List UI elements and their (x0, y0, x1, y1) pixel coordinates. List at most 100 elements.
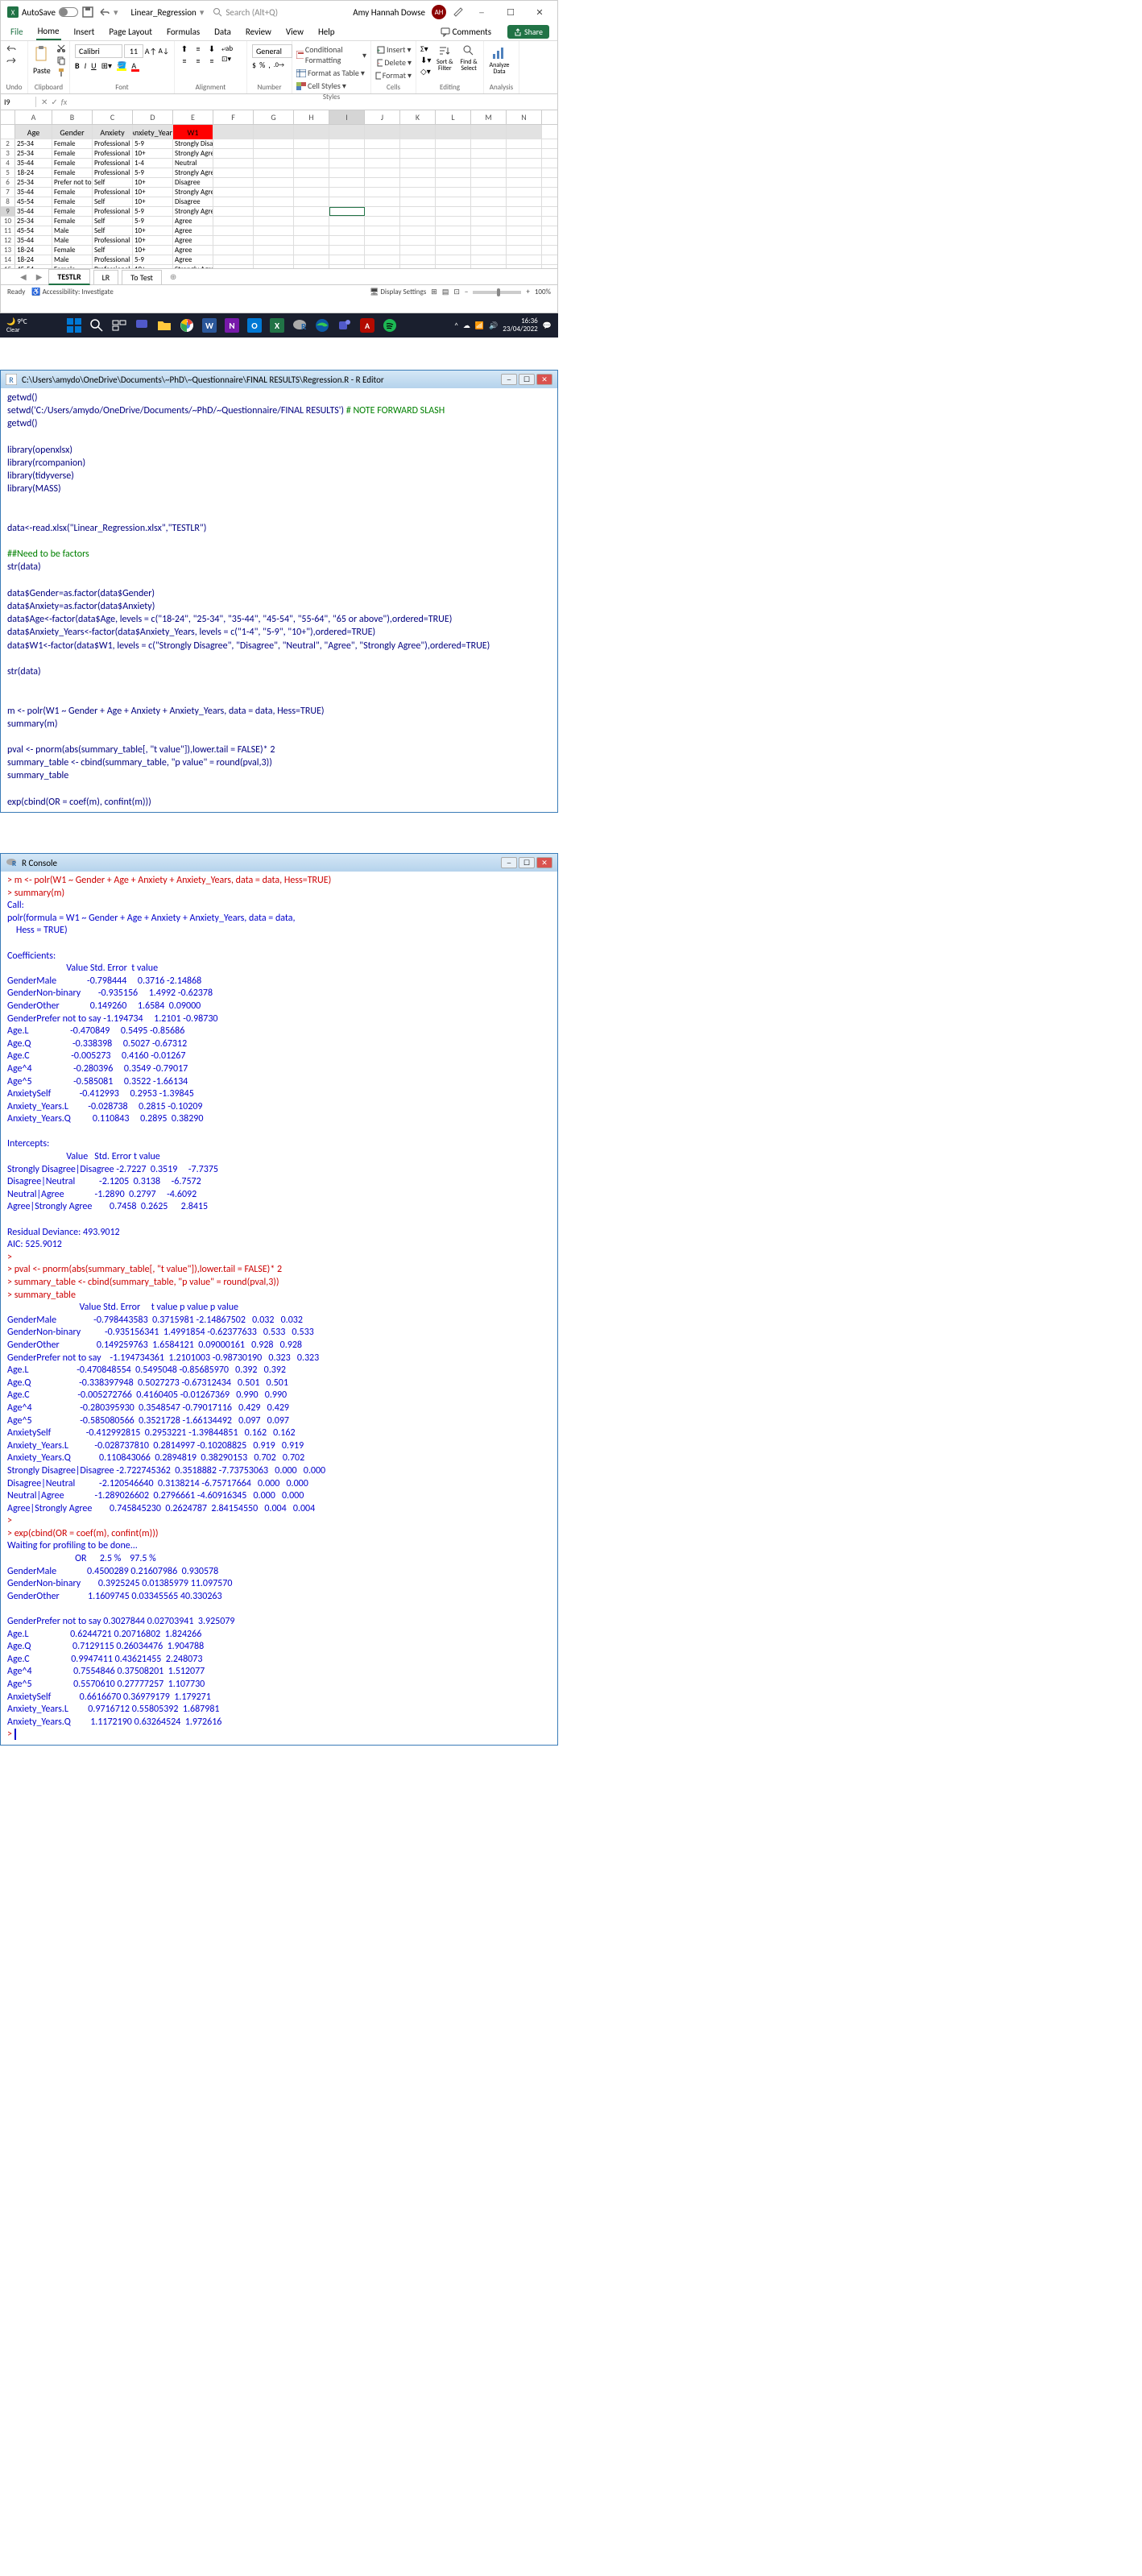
data-cell[interactable] (400, 178, 436, 187)
zoom-level[interactable]: 100% (535, 288, 551, 296)
data-cell[interactable]: 10+ (133, 246, 173, 255)
data-cell[interactable]: 5-9 (133, 255, 173, 264)
data-cell[interactable] (365, 168, 400, 177)
data-cell[interactable] (507, 188, 542, 197)
data-cell[interactable] (213, 207, 254, 216)
data-cell[interactable]: 10+ (133, 265, 173, 268)
accounting-button[interactable]: $ (252, 60, 256, 70)
sheet-tab[interactable]: LR (93, 270, 119, 284)
data-cell[interactable] (365, 149, 400, 158)
weather-widget[interactable]: 🌙 9°C Clear (6, 317, 35, 334)
data-cell[interactable]: 18-24 (15, 168, 52, 177)
tab-page-layout[interactable]: Page Layout (107, 24, 154, 39)
data-cell[interactable] (436, 265, 471, 268)
col-header[interactable]: G (254, 110, 294, 124)
data-cell[interactable] (213, 246, 254, 255)
row-header[interactable]: 2 (1, 139, 15, 148)
data-cell[interactable]: 1-4 (133, 159, 173, 168)
data-cell[interactable]: 10+ (133, 178, 173, 187)
percent-button[interactable]: % (259, 60, 265, 70)
tab-formulas[interactable]: Formulas (165, 24, 201, 39)
data-cell[interactable] (436, 159, 471, 168)
data-cell[interactable] (294, 139, 329, 148)
grid-area[interactable]: A B C D E F G H I J K L M N AgeGenderAnx… (1, 110, 557, 268)
data-cell[interactable] (436, 246, 471, 255)
tab-data[interactable]: Data (213, 24, 233, 39)
data-cell[interactable] (329, 217, 365, 226)
analyze-data-button[interactable]: Analyze Data (487, 43, 511, 77)
data-cell[interactable]: Male (52, 226, 93, 235)
align-middle[interactable]: ≡ (192, 43, 205, 54)
format-cells-button[interactable]: Format▾ (375, 69, 412, 81)
data-cell[interactable] (365, 246, 400, 255)
r-taskbar-icon[interactable]: R (290, 316, 309, 335)
align-bottom[interactable]: ⬇ (205, 43, 218, 54)
header-cell[interactable] (507, 125, 542, 139)
data-cell[interactable] (400, 197, 436, 206)
data-cell[interactable] (254, 188, 294, 197)
data-cell[interactable]: 5-9 (133, 168, 173, 177)
merge-button[interactable]: ⊡▾ (221, 55, 233, 64)
data-cell[interactable]: Strongly Agree (173, 149, 213, 158)
data-cell[interactable] (507, 255, 542, 264)
row-header[interactable]: 9 (1, 207, 15, 216)
data-cell[interactable] (329, 168, 365, 177)
row-header[interactable]: 8 (1, 197, 15, 206)
data-cell[interactable] (400, 246, 436, 255)
data-cell[interactable] (329, 226, 365, 235)
row-header[interactable] (1, 125, 15, 139)
col-header[interactable]: I (329, 110, 365, 124)
qat-dropdown-icon[interactable]: ▾ (114, 7, 118, 18)
data-cell[interactable] (507, 149, 542, 158)
data-cell[interactable]: 35-44 (15, 207, 52, 216)
data-cell[interactable] (400, 188, 436, 197)
col-header[interactable]: C (93, 110, 133, 124)
data-cell[interactable]: Male (52, 236, 93, 245)
row-header[interactable]: 3 (1, 149, 15, 158)
data-cell[interactable]: Female (52, 149, 93, 158)
underline-button[interactable]: U (91, 60, 96, 71)
row-header[interactable]: 14 (1, 255, 15, 264)
data-cell[interactable] (471, 246, 507, 255)
row-header[interactable]: 13 (1, 246, 15, 255)
wrap-text-button[interactable]: ⤶ab (221, 44, 233, 53)
data-cell[interactable]: Disagree (173, 197, 213, 206)
tab-file[interactable]: File (9, 24, 25, 39)
data-cell[interactable]: Female (52, 246, 93, 255)
align-left[interactable]: ≡ (178, 55, 191, 66)
data-cell[interactable] (507, 207, 542, 216)
data-cell[interactable]: Agree (173, 217, 213, 226)
filename[interactable]: Linear_Regression (131, 7, 197, 18)
data-cell[interactable] (213, 236, 254, 245)
data-cell[interactable] (294, 197, 329, 206)
data-cell[interactable]: 25-34 (15, 139, 52, 148)
data-cell[interactable] (400, 226, 436, 235)
col-header[interactable]: M (471, 110, 507, 124)
minimize-button[interactable]: ─ (470, 6, 493, 19)
data-cell[interactable]: Professional (93, 255, 133, 264)
data-cell[interactable] (507, 197, 542, 206)
align-center[interactable]: ≡ (192, 55, 205, 66)
align-top[interactable]: ⬆ (178, 43, 191, 54)
user-name[interactable]: Amy Hannah Dowse (353, 7, 425, 18)
data-cell[interactable]: Self (93, 197, 133, 206)
data-cell[interactable]: Professional (93, 236, 133, 245)
tray-wifi-icon[interactable]: 📶 (475, 321, 484, 330)
data-cell[interactable]: 35-44 (15, 159, 52, 168)
data-cell[interactable] (471, 139, 507, 148)
row-header[interactable]: 6 (1, 178, 15, 187)
tray-volume-icon[interactable]: 🔊 (489, 321, 498, 330)
header-cell[interactable] (400, 125, 436, 139)
data-cell[interactable] (507, 236, 542, 245)
data-cell[interactable]: Disagree (173, 178, 213, 187)
data-cell[interactable]: Strongly Agree (173, 265, 213, 268)
data-cell[interactable] (294, 178, 329, 187)
data-cell[interactable]: Female (52, 265, 93, 268)
data-cell[interactable]: Female (52, 168, 93, 177)
edge-icon[interactable] (312, 316, 332, 335)
data-cell[interactable]: Self (93, 226, 133, 235)
data-cell[interactable] (254, 226, 294, 235)
data-cell[interactable] (254, 168, 294, 177)
col-header[interactable]: D (133, 110, 173, 124)
data-cell[interactable] (507, 168, 542, 177)
